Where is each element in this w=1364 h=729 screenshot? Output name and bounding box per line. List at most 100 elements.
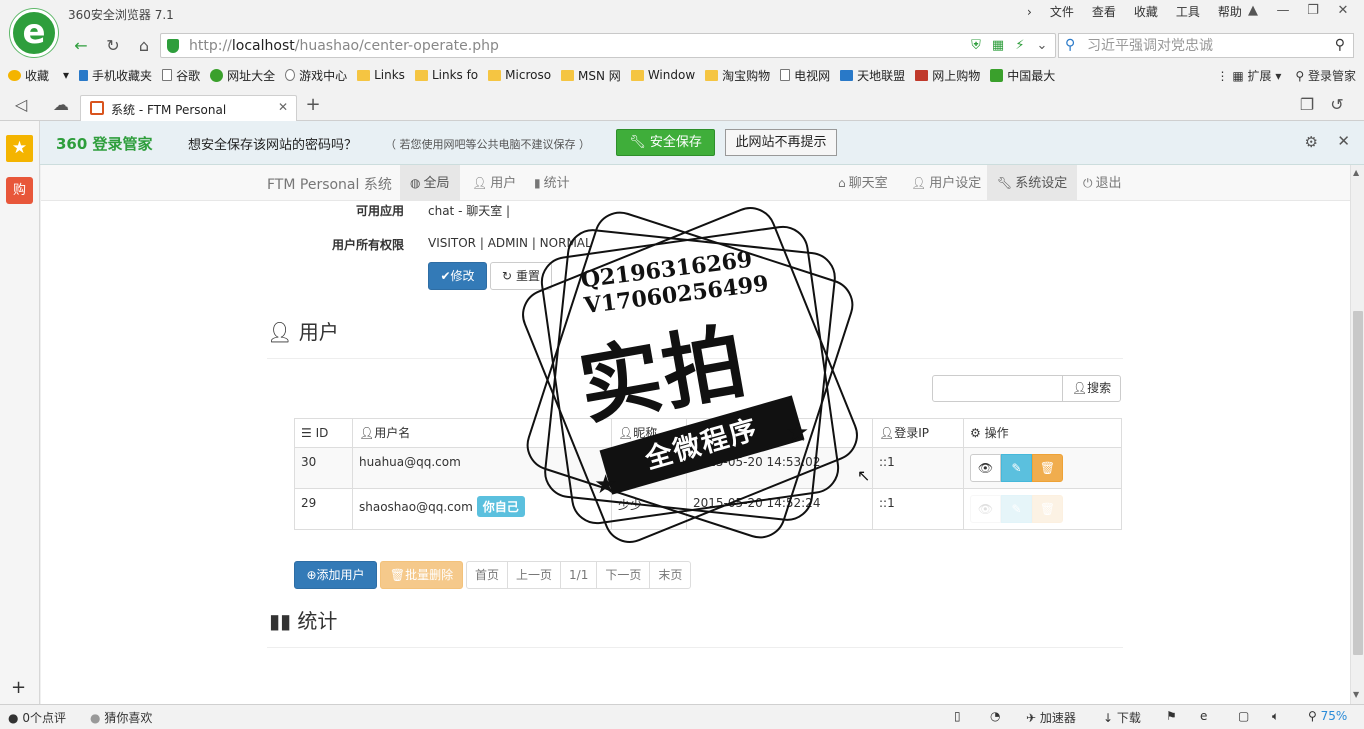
col-id[interactable]: ☰ ID xyxy=(294,418,353,448)
shopping-icon[interactable]: 购 xyxy=(6,177,33,204)
search-icon[interactable]: ⚲ xyxy=(1335,37,1345,53)
modify-button[interactable]: ✔修改 xyxy=(428,262,487,290)
scroll-thumb[interactable] xyxy=(1353,311,1363,655)
home-icon[interactable]: ⌂ xyxy=(131,34,157,58)
flag-icon[interactable]: ⚑ xyxy=(1166,709,1177,723)
gear-icon[interactable]: ⚙ xyxy=(1305,133,1318,151)
url-text[interactable]: http://localhost/huashao/center-operate.… xyxy=(189,38,499,54)
status-bar: ● 0个点评 ● 猜你喜欢 ▯ ◔ ✈ 加速器 ↓ 下载 ⚑ e ▢ 🔈︎ ⚲ … xyxy=(0,704,1364,729)
secure-save-button[interactable]: 🔧︎ 安全保存 xyxy=(616,129,715,156)
nav-system-settings[interactable]: 🔧︎ 系统设定 xyxy=(987,165,1078,201)
menu-favorites[interactable]: 收藏 xyxy=(1125,4,1167,20)
bookmark-msn[interactable]: MSN 网 xyxy=(561,67,621,84)
never-remind-button[interactable]: 此网站不再提示 xyxy=(725,129,837,156)
table-row: 30 huahua@qq.com 2015-05-20 14:53:02 ::1… xyxy=(294,447,1122,489)
star-icon[interactable]: ★ xyxy=(6,135,33,162)
nav-users[interactable]: 👤︎ 用户 xyxy=(462,165,526,201)
bookmark-google[interactable]: 谷歌 xyxy=(162,67,200,84)
close-icon[interactable]: ✕ xyxy=(1337,132,1350,150)
app-brand[interactable]: FTM Personal 系统 xyxy=(267,174,392,194)
scroll-down-icon[interactable]: ▼ xyxy=(1353,690,1359,699)
bookmark-links[interactable]: Links xyxy=(357,68,405,82)
skin-icon[interactable]: ▲ xyxy=(1238,2,1268,22)
wrench-icon: 🔧︎ xyxy=(997,176,1013,190)
download-button[interactable]: ↓ 下载 xyxy=(1103,709,1141,726)
bookmark-microsoft[interactable]: Microso xyxy=(488,68,551,82)
batch-delete-button[interactable]: 🗑︎批量删除 xyxy=(380,561,463,589)
zoom-control[interactable]: ⚲ 75% xyxy=(1308,709,1347,723)
add-user-button[interactable]: ⊕添加用户 xyxy=(294,561,377,589)
window-list-icon[interactable]: ❐ xyxy=(1294,93,1320,117)
nav-chatroom[interactable]: ⌂ 聊天室 xyxy=(828,165,898,201)
minimize-button[interactable]: — xyxy=(1268,2,1298,22)
speed-icon[interactable]: ◔ xyxy=(990,709,1000,723)
menu-file[interactable]: 文件 xyxy=(1041,4,1083,20)
bookmark-shopping[interactable]: 网上购物 xyxy=(915,67,980,84)
bookmark-favorites[interactable]: 收藏 ▾ xyxy=(8,67,69,84)
user-search-input[interactable] xyxy=(932,375,1063,402)
view-button[interactable]: 👁︎ xyxy=(970,454,1001,482)
nav-logout[interactable]: ⏻ 退出 xyxy=(1073,165,1132,201)
window-icon[interactable]: ▢ xyxy=(1238,709,1249,723)
cloud-icon[interactable]: ☁ xyxy=(48,93,74,117)
accelerator-button[interactable]: ✈ 加速器 xyxy=(1026,709,1076,726)
volume-icon[interactable]: 🔈︎ xyxy=(1272,709,1279,724)
circle-icon: ● xyxy=(90,711,101,725)
chevron-down-icon[interactable]: ⌄ xyxy=(1033,37,1051,55)
page-last[interactable]: 末页 xyxy=(649,561,692,589)
undo-close-icon[interactable]: ↺ xyxy=(1324,93,1350,117)
sidebar-toggle-icon[interactable]: ◁ xyxy=(8,93,34,117)
nav-stats[interactable]: ▮ 统计 xyxy=(524,165,580,201)
mobile-icon[interactable]: ▯ xyxy=(954,709,961,723)
address-bar[interactable]: http://localhost/huashao/center-operate.… xyxy=(160,33,1056,58)
add-icon[interactable]: + xyxy=(11,677,26,698)
login-manager-button[interactable]: ⚲ 登录管家 xyxy=(1295,67,1356,84)
close-window-button[interactable]: ✕ xyxy=(1328,2,1358,22)
user-icon: 👤︎ xyxy=(911,176,927,190)
browser-tab[interactable]: 系统 - FTM Personal ✕ xyxy=(80,95,297,122)
bookmark-windows[interactable]: Window xyxy=(630,68,695,82)
apps-value: chat - 聊天室 | xyxy=(428,204,511,218)
tab-close-icon[interactable]: ✕ xyxy=(278,100,288,114)
bookmark-sites[interactable]: 网址大全 xyxy=(210,67,275,84)
page-first[interactable]: 首页 xyxy=(466,561,509,589)
ie-icon[interactable]: e xyxy=(1200,709,1207,723)
nav-global[interactable]: ◍ 全局 xyxy=(400,165,460,201)
menu-view[interactable]: 查看 xyxy=(1083,4,1125,20)
search-input[interactable] xyxy=(1087,37,1327,53)
new-tab-button[interactable]: + xyxy=(300,93,326,117)
page-next[interactable]: 下一页 xyxy=(596,561,651,589)
delete-button[interactable]: 🗑︎ xyxy=(1032,454,1063,482)
qr-code-icon[interactable]: ▦ xyxy=(989,37,1007,55)
scroll-up-icon[interactable]: ▲ xyxy=(1353,168,1359,177)
extensions-button[interactable]: ⋮ ▦ 扩展 ▾ xyxy=(1217,67,1282,84)
bookmark-china[interactable]: 中国最大 xyxy=(990,67,1055,84)
bookmark-links-fo[interactable]: Links fo xyxy=(414,68,478,82)
lightning-icon[interactable]: ⚡ xyxy=(1011,37,1029,55)
bookmark-union[interactable]: 天地联盟 xyxy=(840,67,905,84)
comments-status[interactable]: ● 0个点评 xyxy=(8,709,66,726)
shield-icon[interactable]: ⛨ xyxy=(967,37,985,55)
page-scrollbar[interactable]: ▲ ▼ xyxy=(1350,165,1364,704)
nav-user-settings[interactable]: 👤︎ 用户设定 xyxy=(901,165,991,201)
search-engine-icon[interactable]: ⚲ xyxy=(1065,37,1075,53)
refresh-icon[interactable]: ↻ xyxy=(100,34,126,58)
col-nickname[interactable]: 👤︎昵称 xyxy=(611,418,687,448)
save-password-note: （ 若您使用网吧等公共电脑不建议保存 ） xyxy=(385,138,590,151)
col-login-ip[interactable]: 👤︎登录IP xyxy=(872,418,964,448)
bookmark-games[interactable]: 游戏中心 xyxy=(285,67,347,84)
page-prev[interactable]: 上一页 xyxy=(507,561,562,589)
bookmark-taobao[interactable]: 淘宝购物 xyxy=(705,67,770,84)
maximize-button[interactable]: ❐ xyxy=(1298,2,1328,22)
col-username[interactable]: 👤︎用户名 xyxy=(352,418,612,448)
col-created[interactable]: ▦ 创建时间 xyxy=(686,418,873,448)
edit-button[interactable]: ✎ xyxy=(1001,454,1032,482)
bookmark-mobile[interactable]: 手机收藏夹 xyxy=(79,67,152,84)
menu-tools[interactable]: 工具 xyxy=(1167,4,1209,20)
menu-chevron-icon[interactable]: › xyxy=(1018,4,1041,20)
user-search-button[interactable]: 👤︎搜索 xyxy=(1062,375,1121,402)
back-icon[interactable]: ← xyxy=(68,34,94,58)
reset-button[interactable]: ↻ 重置 xyxy=(490,262,552,290)
guess-you-like[interactable]: ● 猜你喜欢 xyxy=(90,709,152,726)
bookmark-tv[interactable]: 电视网 xyxy=(780,67,830,84)
